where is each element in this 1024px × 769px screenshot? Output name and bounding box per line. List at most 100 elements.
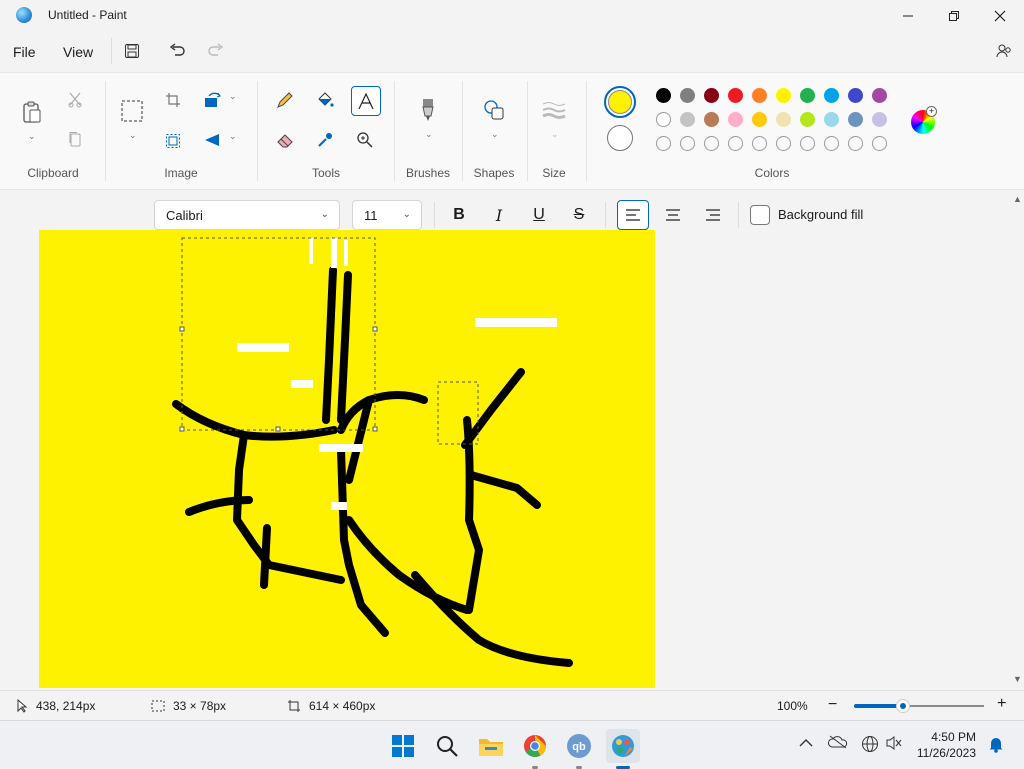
edit-colors-button[interactable]: + [911, 106, 937, 134]
size-chevron-icon[interactable]: ⌄ [551, 129, 559, 140]
palette-color-swatch[interactable] [872, 112, 887, 127]
select-chevron-icon[interactable]: ⌄ [129, 130, 137, 141]
save-button[interactable] [121, 40, 143, 62]
onedrive-button[interactable] [828, 735, 848, 752]
cloud-off-icon [828, 735, 848, 749]
font-size-dropdown[interactable]: 11 ⌄ [352, 200, 422, 230]
chrome-button[interactable] [518, 729, 552, 769]
align-right-button[interactable] [697, 200, 729, 230]
custom-color-slot[interactable] [752, 136, 767, 151]
color-picker-button[interactable] [312, 127, 338, 153]
palette-color-swatch[interactable] [728, 112, 743, 127]
text-button[interactable] [351, 86, 381, 116]
palette-color-swatch[interactable] [776, 112, 791, 127]
palette-color-swatch[interactable] [872, 88, 887, 103]
clock[interactable]: 4:50 PM 11/26/2023 [912, 729, 976, 761]
custom-color-slot[interactable] [704, 136, 719, 151]
show-hidden-icons-button[interactable] [799, 735, 813, 751]
qbittorrent-button[interactable]: qb [562, 729, 596, 769]
paste-button[interactable] [19, 99, 45, 125]
flip-button[interactable] [200, 127, 226, 153]
white-mark [309, 238, 313, 264]
close-button[interactable] [977, 0, 1023, 32]
palette-color-swatch[interactable] [656, 112, 671, 127]
custom-color-slot[interactable] [872, 136, 887, 151]
menu-file[interactable]: File [13, 44, 36, 60]
palette-color-swatch[interactable] [800, 112, 815, 127]
white-mark [319, 444, 363, 452]
palette-color-swatch[interactable] [824, 112, 839, 127]
custom-color-slot[interactable] [680, 136, 695, 151]
align-center-button[interactable] [657, 200, 689, 230]
custom-color-slot[interactable] [800, 136, 815, 151]
palette-color-swatch[interactable] [848, 88, 863, 103]
file-explorer-button[interactable] [474, 729, 508, 763]
palette-color-swatch[interactable] [800, 88, 815, 103]
notifications-button[interactable] [988, 735, 1004, 756]
search-button[interactable] [430, 729, 464, 763]
drawing-canvas[interactable] [39, 230, 655, 688]
palette-color-swatch[interactable] [656, 88, 671, 103]
network-button[interactable] [861, 735, 879, 756]
zoom-slider-thumb[interactable] [896, 699, 911, 713]
rotate-chevron-icon[interactable]: ⌄ [229, 91, 237, 102]
zoom-in-button[interactable]: + [997, 695, 1006, 713]
strikethrough-button[interactable]: S [563, 200, 595, 230]
background-fill-checkbox[interactable] [750, 205, 770, 225]
palette-color-swatch[interactable] [680, 88, 695, 103]
maximize-button[interactable] [931, 0, 977, 32]
minimize-button[interactable] [885, 0, 931, 32]
align-left-button[interactable] [617, 200, 649, 230]
scroll-up-icon[interactable]: ▲ [1013, 194, 1022, 204]
custom-color-slot[interactable] [728, 136, 743, 151]
underline-button[interactable]: U [523, 200, 555, 230]
custom-color-slot[interactable] [824, 136, 839, 151]
bold-button[interactable]: B [443, 200, 475, 230]
copy-button[interactable] [62, 126, 88, 152]
custom-color-slot[interactable] [656, 136, 671, 151]
palette-color-swatch[interactable] [728, 88, 743, 103]
magnifier-button[interactable] [352, 127, 378, 153]
palette-color-swatch[interactable] [704, 112, 719, 127]
rotate-button[interactable] [200, 87, 226, 113]
menu-view[interactable]: View [63, 44, 93, 60]
volume-button[interactable] [885, 735, 903, 754]
brushes-chevron-icon[interactable]: ⌄ [425, 129, 433, 140]
primary-color-selector[interactable] [604, 86, 636, 118]
redo-button[interactable] [205, 40, 227, 62]
shapes-button[interactable] [481, 97, 507, 123]
undo-button[interactable] [166, 40, 188, 62]
palette-color-swatch[interactable] [752, 112, 767, 127]
palette-color-swatch[interactable] [848, 112, 863, 127]
brushes-button[interactable] [415, 97, 441, 123]
palette-color-swatch[interactable] [776, 88, 791, 103]
resize-button[interactable] [160, 128, 186, 154]
size-button[interactable] [541, 97, 567, 123]
shapes-chevron-icon[interactable]: ⌄ [491, 129, 499, 140]
paint-taskbar-button[interactable] [606, 729, 640, 769]
align-center-icon [666, 209, 680, 221]
account-button[interactable] [993, 40, 1015, 62]
zoom-slider[interactable] [854, 699, 984, 713]
italic-button[interactable]: I [483, 200, 515, 230]
palette-color-swatch[interactable] [704, 88, 719, 103]
crop-button[interactable] [160, 87, 186, 113]
select-button[interactable] [119, 98, 145, 124]
custom-color-slot[interactable] [776, 136, 791, 151]
pencil-button[interactable] [272, 87, 298, 113]
palette-color-swatch[interactable] [680, 112, 695, 127]
cut-button[interactable] [62, 87, 88, 113]
palette-color-swatch[interactable] [824, 88, 839, 103]
start-button[interactable] [386, 729, 420, 763]
eraser-button[interactable] [272, 127, 298, 153]
paste-chevron-icon[interactable]: ⌄ [28, 131, 36, 142]
scroll-down-icon[interactable]: ▼ [1013, 674, 1022, 684]
zoom-out-button[interactable]: − [828, 696, 837, 714]
secondary-color-swatch[interactable] [607, 125, 633, 151]
fill-button[interactable] [312, 87, 338, 113]
font-family-dropdown[interactable]: Calibri ⌄ [154, 200, 340, 230]
custom-color-slot[interactable] [848, 136, 863, 151]
palette-color-swatch[interactable] [752, 88, 767, 103]
vertical-scrollbar[interactable]: ▲ ▼ [1010, 190, 1024, 688]
flip-chevron-icon[interactable]: ⌄ [229, 131, 237, 142]
